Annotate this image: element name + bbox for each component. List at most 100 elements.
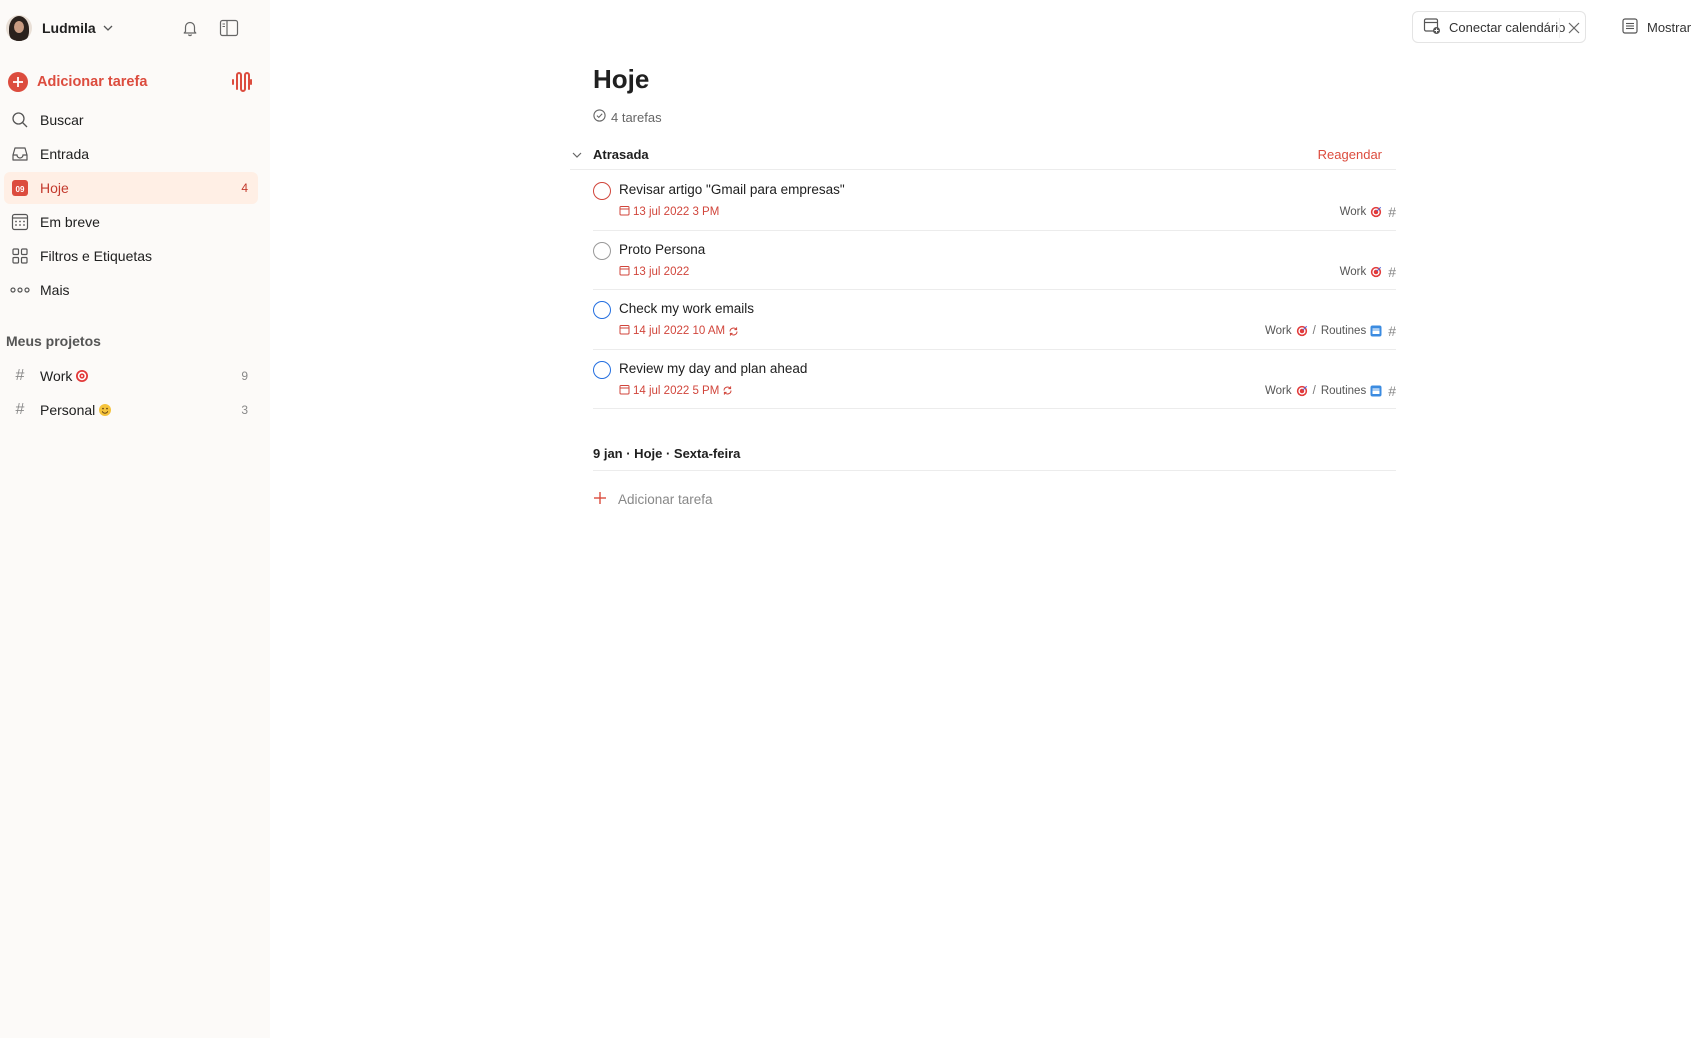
sidebar-item-label: Filtros e Etiquetas xyxy=(40,248,153,264)
sidebar-item-count: 4 xyxy=(241,181,248,195)
sidebar-item-upcoming[interactable]: Em breve xyxy=(4,206,258,238)
user-name: Ludmila xyxy=(42,20,96,36)
reschedule-button[interactable]: Reagendar xyxy=(1318,147,1382,162)
add-task-label: Adicionar tarefa xyxy=(37,74,148,90)
task-item[interactable]: Proto Persona 13 jul 2022 Work # xyxy=(593,231,1396,290)
task-project[interactable]: Work # xyxy=(1340,264,1396,280)
sidebar-toggle-icon[interactable] xyxy=(217,16,241,40)
svg-text:09: 09 xyxy=(16,185,25,194)
section-title: Atrasada xyxy=(593,147,649,162)
hash-icon: # xyxy=(1388,323,1396,339)
task-due-label: 14 jul 2022 5 PM xyxy=(633,384,720,397)
calendar-icon xyxy=(619,384,630,398)
task-list: Revisar artigo "Gmail para empresas" 13 … xyxy=(593,171,1396,409)
add-task-inline-button[interactable]: Adicionar tarefa xyxy=(593,488,713,510)
voice-wave-icon[interactable] xyxy=(231,70,253,94)
project-item-personal[interactable]: # Personal 3 xyxy=(4,394,258,426)
sidebar-nav: Buscar Entrada 09 Hoje 4 Em breve Filtro… xyxy=(4,104,258,308)
task-due-label: 13 jul 2022 3 PM xyxy=(633,206,720,218)
task-due-label: 13 jul 2022 xyxy=(633,265,690,278)
sidebar-item-label: Em breve xyxy=(40,214,100,230)
user-menu-button[interactable]: Ludmila xyxy=(6,14,114,42)
target-emoji-icon xyxy=(1370,206,1382,218)
sidebar-item-inbox[interactable]: Entrada xyxy=(4,138,258,170)
task-checkbox[interactable] xyxy=(593,360,611,379)
task-item[interactable]: Revisar artigo "Gmail para empresas" 13 … xyxy=(593,171,1396,231)
task-project[interactable]: Work # xyxy=(1340,204,1396,220)
task-checkbox[interactable] xyxy=(593,182,611,200)
calendar-icon xyxy=(619,265,630,279)
task-due: 14 jul 2022 10 AM xyxy=(619,324,739,338)
chevron-down-icon xyxy=(102,22,114,34)
project-label: Work xyxy=(40,368,73,384)
task-checkbox[interactable] xyxy=(593,301,611,319)
chevron-down-icon[interactable] xyxy=(570,148,584,162)
overdue-section-header: Atrasada Reagendar xyxy=(570,144,1396,170)
target-emoji-icon xyxy=(1370,266,1382,278)
breadcrumb-separator: / xyxy=(1312,384,1316,397)
plus-icon xyxy=(593,491,607,508)
sidebar-item-label: Entrada xyxy=(40,146,90,162)
target-emoji-icon xyxy=(75,369,89,383)
view-options-button[interactable]: Mostrar xyxy=(1622,14,1691,40)
task-project-label: Work xyxy=(1264,325,1292,337)
task-project-label: Work xyxy=(1339,206,1367,218)
sidebar-item-label: Buscar xyxy=(40,112,84,128)
task-project-label: Work xyxy=(1339,265,1367,278)
task-count: 4 tarefas xyxy=(593,109,662,125)
plus-circle-icon xyxy=(8,72,28,92)
sidebar-item-more[interactable]: Mais xyxy=(4,274,258,306)
project-count: 3 xyxy=(241,403,248,417)
sidebar-item-label: Hoje xyxy=(40,180,69,196)
project-label: Personal xyxy=(40,402,96,418)
task-count-label: 4 tarefas xyxy=(611,109,662,125)
calendar-icon xyxy=(619,205,630,219)
close-icon[interactable] xyxy=(1565,19,1583,37)
sidebar-item-filters[interactable]: Filtros e Etiquetas xyxy=(4,240,258,272)
smiley-emoji-icon xyxy=(98,403,112,417)
search-icon xyxy=(10,110,30,130)
today-calendar-icon: 09 xyxy=(10,178,30,198)
calendar-add-icon xyxy=(1423,17,1441,38)
bell-icon[interactable] xyxy=(178,16,202,40)
page-title: Hoje xyxy=(593,64,650,94)
task-section-label: Routines xyxy=(1320,384,1367,397)
task-project[interactable]: Work / Routines # xyxy=(1265,383,1396,399)
task-section-label: Routines xyxy=(1320,325,1367,337)
hash-icon: # xyxy=(15,401,25,418)
task-due: 13 jul 2022 3 PM xyxy=(619,205,719,219)
task-due: 14 jul 2022 5 PM xyxy=(619,384,733,398)
calendar-icon xyxy=(619,324,630,338)
sidebar-item-today[interactable]: 09 Hoje 4 xyxy=(4,172,258,204)
hash-icon: # xyxy=(15,367,25,384)
task-item[interactable]: Check my work emails 14 jul 2022 10 AM W… xyxy=(593,290,1396,350)
task-item[interactable]: Review my day and plan ahead 14 jul 2022… xyxy=(593,350,1396,409)
project-item-work[interactable]: # Work 9 xyxy=(4,360,258,392)
task-name: Revisar artigo "Gmail para empresas" xyxy=(619,182,845,197)
task-name: Check my work emails xyxy=(619,301,755,316)
add-task-button[interactable]: Adicionar tarefa xyxy=(8,68,147,96)
task-project-label: Work xyxy=(1264,384,1292,397)
task-checkbox[interactable] xyxy=(593,241,611,260)
day-section-header: 9 jan · Hoje · Sexta-feira xyxy=(593,440,1396,471)
recurring-icon xyxy=(722,385,733,396)
hash-icon: # xyxy=(1388,382,1396,399)
sidebar-item-search[interactable]: Buscar xyxy=(4,104,258,136)
task-project[interactable]: Work / Routines # xyxy=(1265,323,1396,339)
target-emoji-icon xyxy=(1296,325,1308,337)
more-dots-icon xyxy=(10,280,30,300)
task-name: Review my day and plan ahead xyxy=(619,360,808,376)
projects-title[interactable]: Meus projetos xyxy=(6,333,101,349)
task-due: 13 jul 2022 xyxy=(619,265,689,279)
inbox-icon xyxy=(10,144,30,164)
check-circle-icon xyxy=(593,109,606,125)
sidebar: Ludmila Adicionar tarefa Buscar Entrada xyxy=(0,0,270,1038)
connect-calendar-button[interactable]: Conectar calendário xyxy=(1412,11,1586,43)
filters-grid-icon xyxy=(10,246,30,266)
projects-list: # Work 9 # Personal 3 xyxy=(4,360,258,428)
project-count: 9 xyxy=(241,369,248,383)
hash-icon: # xyxy=(1388,204,1396,220)
routine-calendar-icon xyxy=(1370,385,1382,397)
breadcrumb-separator: / xyxy=(1312,325,1316,337)
target-emoji-icon xyxy=(1296,385,1308,397)
